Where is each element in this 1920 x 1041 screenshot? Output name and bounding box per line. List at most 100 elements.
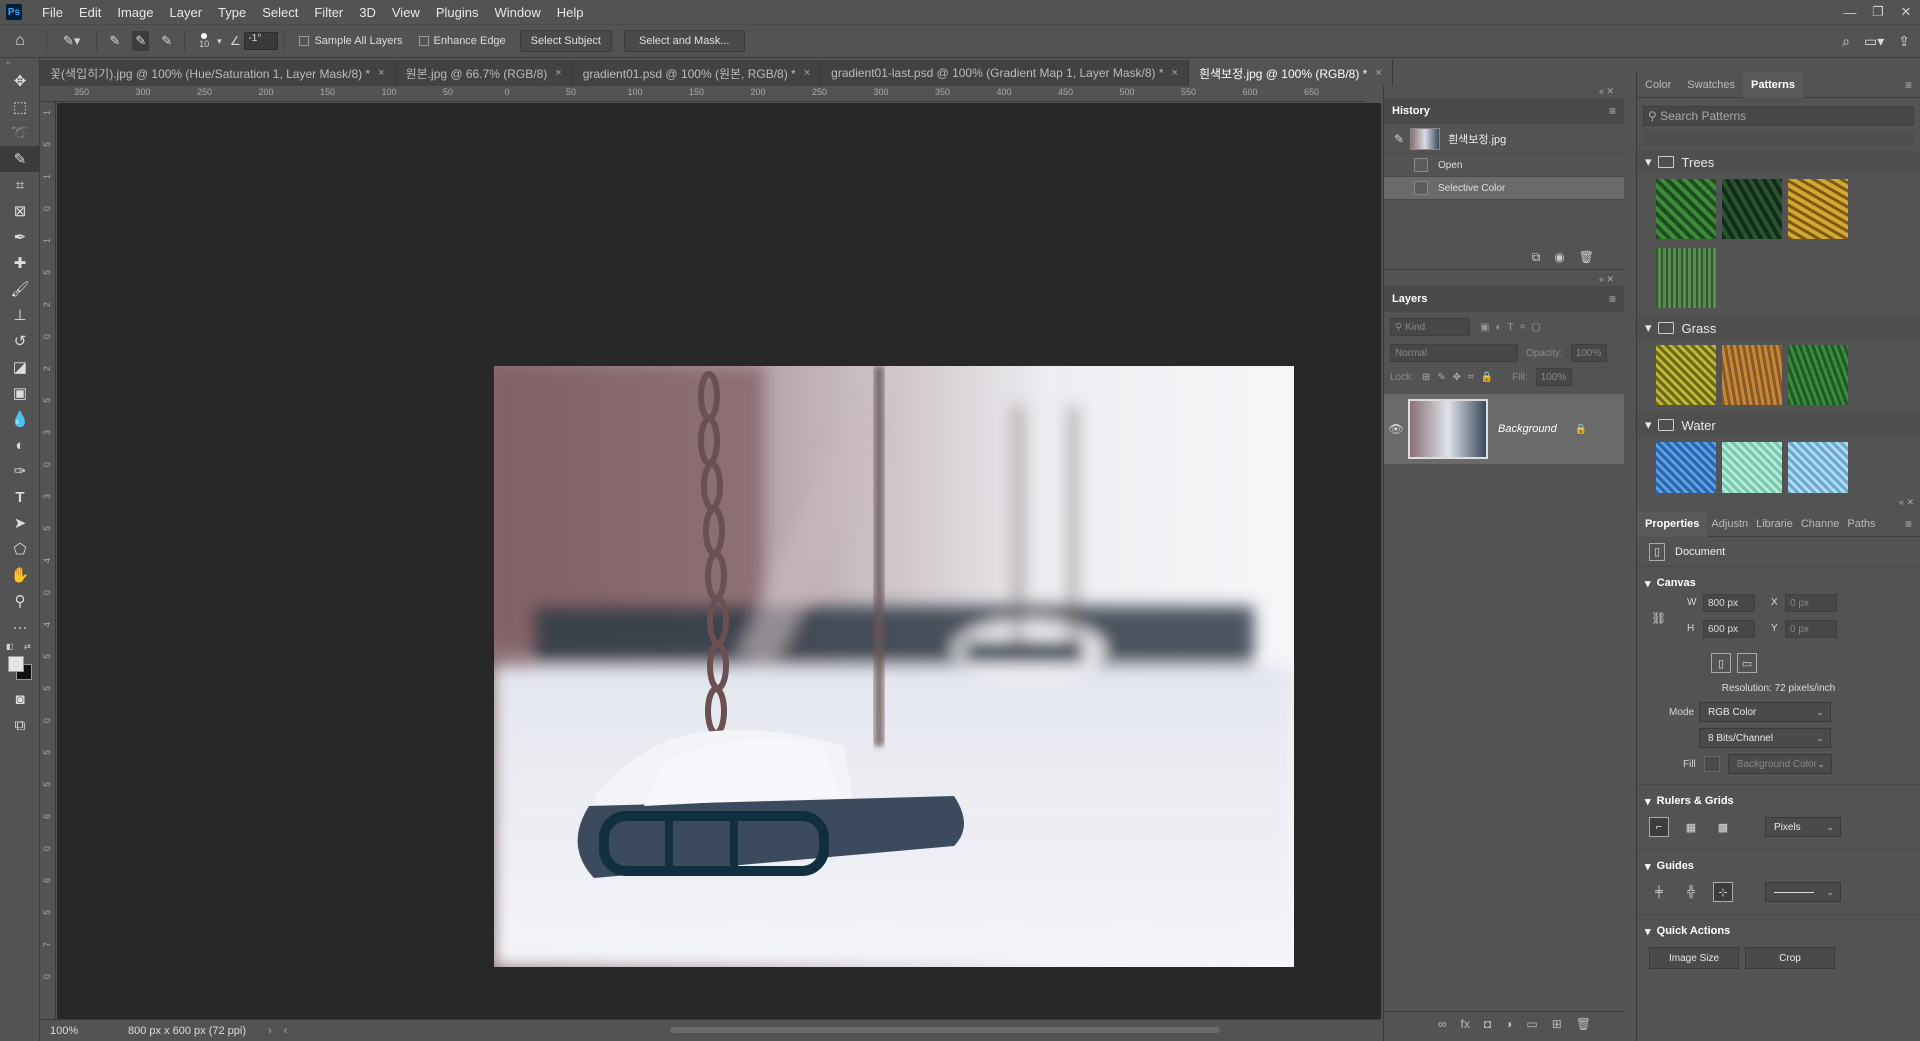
- close-tab-icon[interactable]: ×: [1172, 67, 1178, 79]
- close-tab-icon[interactable]: ×: [555, 67, 561, 79]
- shape-tool-icon[interactable]: ⬠: [0, 536, 40, 562]
- tab-color[interactable]: Color: [1637, 72, 1679, 98]
- pattern-group-grass[interactable]: ▾ Grass: [1637, 316, 1920, 340]
- search-icon[interactable]: ⌕: [1842, 33, 1850, 50]
- path-selection-tool-icon[interactable]: ➤: [0, 510, 40, 536]
- ruler-units-select[interactable]: Pixels ⌄: [1765, 817, 1841, 837]
- doc-tab-1[interactable]: 꽃(색입히기).jpg @ 100% (Hue/Saturation 1, La…: [40, 60, 396, 86]
- pattern-swatch[interactable]: [1788, 442, 1848, 493]
- color-mode-select[interactable]: RGB Color ⌄: [1699, 702, 1831, 722]
- history-snapshot[interactable]: ✎ 흰색보정.jpg: [1384, 124, 1624, 154]
- grid-icon[interactable]: ▦: [1681, 817, 1701, 837]
- menu-filter[interactable]: Filter: [306, 5, 351, 20]
- panel-collapse-icon[interactable]: « ✕: [1384, 86, 1624, 98]
- move-tool-icon[interactable]: ✥: [0, 68, 40, 94]
- minimize-icon[interactable]: —: [1836, 0, 1864, 24]
- new-selection-icon[interactable]: ✎: [109, 33, 120, 49]
- select-subject-button[interactable]: Select Subject: [519, 30, 612, 52]
- type-tool-icon[interactable]: T: [0, 484, 40, 510]
- guide-style-select[interactable]: ⌄: [1765, 882, 1841, 902]
- rulers-grids-section-header[interactable]: ▾ Rulers & Grids: [1637, 791, 1920, 811]
- zoom-tool-icon[interactable]: ⚲: [0, 588, 40, 614]
- add-selection-icon[interactable]: ✎: [132, 31, 150, 51]
- marquee-tool-icon[interactable]: ⬚: [0, 94, 40, 120]
- tab-patterns[interactable]: Patterns: [1743, 71, 1804, 98]
- layer-name[interactable]: Background: [1498, 423, 1557, 435]
- y-input[interactable]: 0 px: [1785, 620, 1837, 638]
- document-image[interactable]: [494, 366, 1294, 967]
- x-input[interactable]: 0 px: [1785, 594, 1837, 612]
- share-icon[interactable]: ⇪: [1898, 33, 1910, 50]
- tab-swatches[interactable]: Swatches: [1679, 72, 1743, 98]
- pattern-swatch[interactable]: [1722, 442, 1782, 493]
- dodge-tool-icon[interactable]: ◐: [0, 432, 40, 458]
- menu-select[interactable]: Select: [254, 5, 306, 20]
- camera-icon[interactable]: ◉: [1554, 250, 1564, 269]
- menu-edit[interactable]: Edit: [71, 5, 109, 20]
- eye-icon[interactable]: 👁: [1384, 422, 1408, 436]
- ruler-icon[interactable]: ⌐: [1649, 817, 1669, 837]
- tab-channels[interactable]: Channe: [1797, 511, 1844, 537]
- chevron-right-icon[interactable]: ›: [268, 1025, 272, 1037]
- pattern-swatch[interactable]: [1722, 345, 1782, 405]
- portrait-orientation-icon[interactable]: ▯: [1711, 653, 1731, 673]
- link-dimensions-icon[interactable]: ⛓: [1651, 611, 1666, 625]
- menu-type[interactable]: Type: [210, 5, 254, 20]
- tab-adjustments[interactable]: Adjustn: [1707, 511, 1752, 537]
- document-info[interactable]: 800 px x 600 px (72 ppi): [128, 1025, 246, 1037]
- history-brush-source-icon[interactable]: ✎: [1394, 132, 1404, 146]
- quick-mask-icon[interactable]: ◙: [0, 686, 40, 712]
- more-tools-icon[interactable]: ···: [0, 614, 40, 640]
- pattern-swatch[interactable]: [1656, 248, 1716, 308]
- enhance-edge-checkbox[interactable]: Enhance Edge: [418, 35, 506, 47]
- menu-layer[interactable]: Layer: [162, 5, 211, 20]
- quick-selection-tool-icon[interactable]: ✎: [0, 146, 40, 172]
- blur-tool-icon[interactable]: 💧: [0, 406, 40, 432]
- color-swatches[interactable]: ◧ ⇄: [0, 640, 40, 686]
- new-layer-icon[interactable]: ⊞: [1552, 1017, 1562, 1031]
- menu-image[interactable]: Image: [109, 5, 161, 20]
- adjustment-layer-icon[interactable]: ◑: [1505, 1017, 1512, 1031]
- search-patterns-input[interactable]: ⚲ Search Patterns: [1643, 106, 1914, 126]
- height-input[interactable]: 600 px: [1703, 620, 1755, 638]
- gradient-tool-icon[interactable]: ▣: [0, 380, 40, 406]
- new-document-from-state-icon[interactable]: ⧉: [1532, 250, 1541, 269]
- pixel-grid-icon[interactable]: ▩: [1713, 817, 1733, 837]
- lock-icons[interactable]: ⊞✎✥⌗🔒: [1422, 372, 1500, 383]
- smart-guides-icon[interactable]: ⊹: [1713, 882, 1733, 902]
- panel-collapse-icon[interactable]: « ✕: [1637, 497, 1920, 511]
- eyedropper-tool-icon[interactable]: ✒: [0, 224, 40, 250]
- menu-3d[interactable]: 3D: [351, 5, 384, 20]
- pattern-swatch[interactable]: [1788, 345, 1848, 405]
- menu-help[interactable]: Help: [549, 5, 592, 20]
- pattern-group-trees[interactable]: ▾ Trees: [1637, 150, 1920, 174]
- canvas-area[interactable]: [57, 103, 1381, 1019]
- tab-properties[interactable]: Properties: [1637, 510, 1708, 537]
- close-tab-icon[interactable]: ×: [378, 67, 384, 79]
- panel-collapse-icon[interactable]: « ✕: [1384, 274, 1624, 286]
- pattern-swatch[interactable]: [1656, 179, 1716, 239]
- zoom-level[interactable]: 100%: [50, 1025, 110, 1037]
- pattern-swatch[interactable]: [1656, 345, 1716, 405]
- sample-all-layers-checkbox[interactable]: Sample All Layers: [299, 35, 403, 47]
- horizontal-scrollbar[interactable]: [670, 1027, 1220, 1033]
- close-tab-icon[interactable]: ×: [804, 67, 810, 79]
- layer-mask-icon[interactable]: ◘: [1484, 1017, 1491, 1031]
- crop-button[interactable]: Crop: [1745, 947, 1835, 969]
- guides-section-header[interactable]: ▾ Guides: [1637, 856, 1920, 876]
- blend-mode-select[interactable]: Normal: [1390, 344, 1518, 362]
- tab-libraries[interactable]: Librarie: [1752, 511, 1797, 537]
- canvas-section-header[interactable]: ▾ Canvas: [1637, 573, 1920, 593]
- screen-mode-icon[interactable]: ⧉: [0, 712, 40, 738]
- doc-tab-4[interactable]: gradient01-last.psd @ 100% (Gradient Map…: [821, 60, 1189, 86]
- pen-tool-icon[interactable]: ✑: [0, 458, 40, 484]
- fx-icon[interactable]: fx: [1461, 1017, 1470, 1031]
- foreground-color-swatch[interactable]: [8, 656, 24, 672]
- hand-tool-icon[interactable]: ✋: [0, 562, 40, 588]
- menu-window[interactable]: Window: [486, 5, 548, 20]
- link-layers-icon[interactable]: ∞: [1438, 1017, 1447, 1031]
- layer-row[interactable]: 👁 Background 🔒: [1384, 394, 1624, 464]
- angle-input[interactable]: -1°: [244, 32, 279, 50]
- opacity-input[interactable]: 100%: [1570, 344, 1607, 362]
- scroll-left-icon[interactable]: ‹: [284, 1025, 288, 1037]
